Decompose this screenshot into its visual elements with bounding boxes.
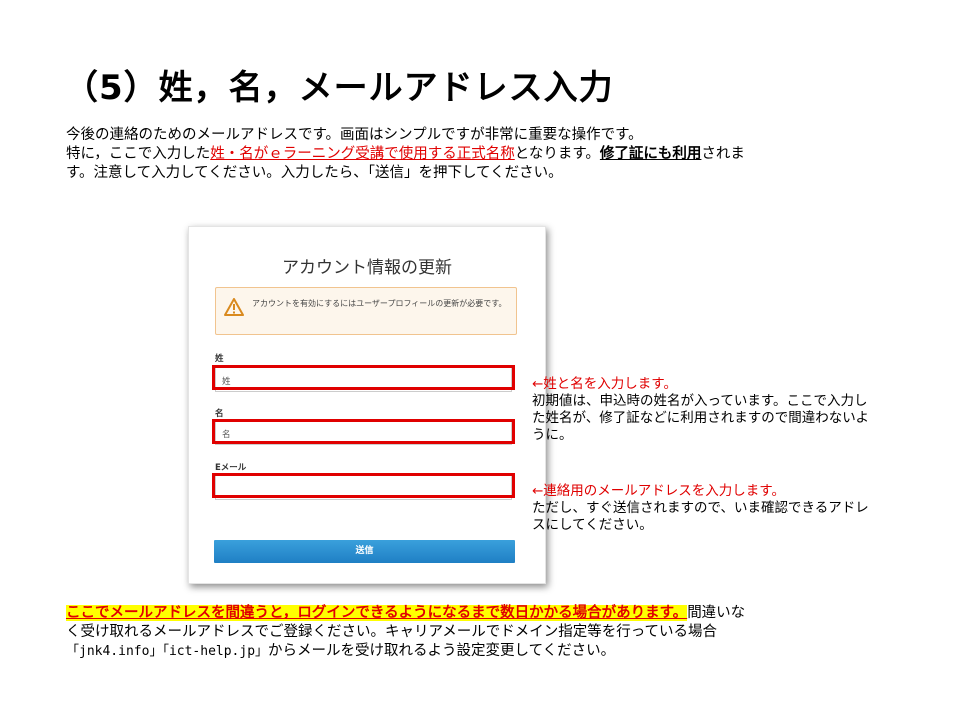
- email-highlight: [212, 473, 515, 498]
- warning-alert: アカウントを有効にするにはユーザープロフィールの更新が必要です。: [215, 287, 517, 335]
- intro-line-1: 今後の連絡のためのメールアドレスです。画面はシンプルですが非常に重要な操作です。: [66, 127, 643, 143]
- name-note: ←姓と名を入力します。 初期値は、申込時の姓名が入っています。ここで入力し た姓…: [532, 376, 942, 444]
- name-note-line-3: うに。: [532, 427, 573, 443]
- allowed-domains: 「jnk4.info」「ict-help.jp」: [66, 644, 269, 659]
- email-note-line-1: ただし、すぐ送信されますので、いま確認できるアドレ: [532, 500, 869, 516]
- bottom-line-2: く受け取れるメールアドレスでご登録ください。キャリアメールでドメイン指定等を行っ…: [66, 624, 718, 640]
- email-label: Eメール: [215, 463, 247, 473]
- bottom-line-3: 「jnk4.info」「ict-help.jp」からメールを受け取れるよう設定変…: [66, 642, 926, 661]
- account-update-panel: アカウント情報の更新 アカウントを有効にするにはユーザープロフィールの更新が必要…: [188, 226, 546, 584]
- intro-line-2-pre: 特に，ここで入力した: [66, 146, 211, 162]
- warning-text: アカウントを有効にするにはユーザープロフィールの更新が必要です。: [252, 299, 507, 308]
- warning-icon: [224, 298, 244, 316]
- email-note: ←連絡用のメールアドレスを入力します。 ただし、すぐ送信されますので、いま確認で…: [532, 483, 942, 534]
- last-name-highlight: [212, 365, 515, 390]
- name-note-heading: ←姓と名を入力します。: [532, 376, 677, 392]
- bottom-line-3-rest: からメールを受け取れるよう設定変更してください。: [268, 643, 616, 659]
- last-name-label: 姓: [215, 354, 224, 364]
- email-note-heading: ←連絡用のメールアドレスを入力します。: [532, 483, 785, 499]
- name-note-line-1: 初期値は、申込時の姓名が入っています。ここで入力し: [532, 393, 868, 409]
- first-name-highlight: [212, 419, 515, 444]
- bottom-line-1-rest: 間違いな: [687, 605, 746, 621]
- bottom-line-1: ここでメールアドレスを間違うと，ログインできるようになるまで数日かかる場合があり…: [66, 604, 926, 623]
- bottom-warning: ここでメールアドレスを間違うと，ログインできるようになるまで数日かかる場合があり…: [66, 604, 926, 661]
- submit-button[interactable]: 送信: [214, 540, 515, 563]
- intro-line-2: 特に，ここで入力した姓・名がｅラーニング受講で使用する正式名称となります。修了証…: [66, 145, 926, 164]
- intro-text: 今後の連絡のためのメールアドレスです。画面はシンプルですが非常に重要な操作です。…: [66, 126, 926, 183]
- form-title: アカウント情報の更新: [282, 258, 452, 277]
- slide-title: （5）姓，名，メールアドレス入力: [64, 68, 614, 108]
- intro-line-3: す。注意して入力してください。入力したら、「送信」を押下してください。: [66, 165, 563, 181]
- email-mistake-warning: ここでメールアドレスを間違うと，ログインできるようになるまで数日かかる場合があり…: [66, 605, 688, 621]
- email-note-line-2: スにしてください。: [532, 517, 653, 533]
- certificate-emphasis: 修了証にも利用: [599, 146, 702, 162]
- intro-line-2-mid: となります。: [514, 146, 600, 162]
- intro-line-2-post: されま: [701, 146, 745, 162]
- name-note-line-2: た姓名が、修了証などに利用されますので間違わないよ: [532, 410, 869, 426]
- first-name-label: 名: [215, 409, 224, 419]
- official-name-emphasis: 姓・名がｅラーニング受講で使用する正式名称: [210, 146, 515, 162]
